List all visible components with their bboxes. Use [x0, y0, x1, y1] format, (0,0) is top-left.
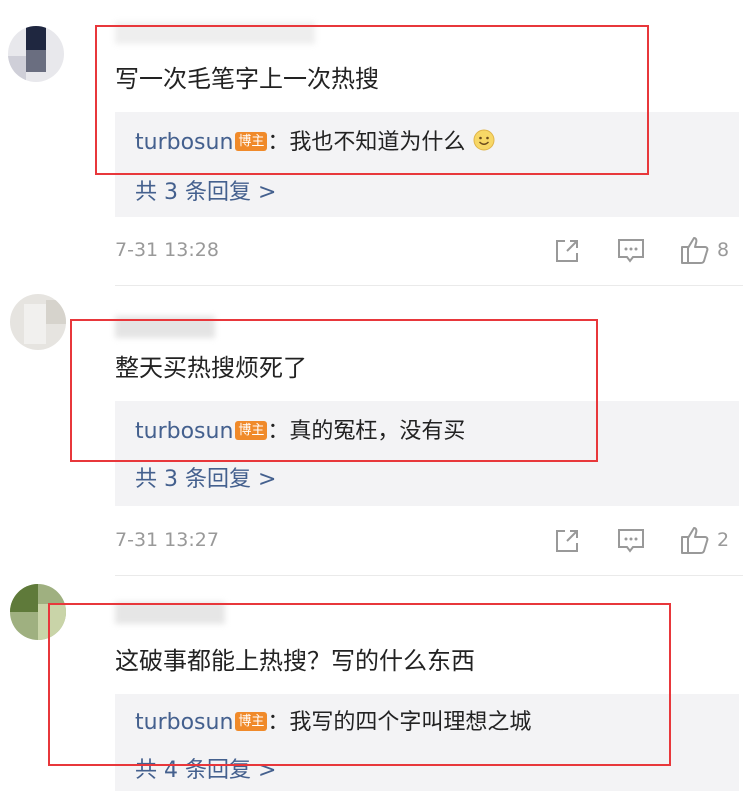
share-icon [556, 530, 578, 552]
comment-time: 7-31 13:27 [115, 529, 219, 551]
share-button[interactable] [553, 527, 581, 555]
comment-icon [618, 239, 644, 263]
like-button[interactable]: 2 [679, 525, 729, 555]
share-icon [556, 240, 578, 262]
comment-button[interactable] [616, 237, 646, 265]
avatar[interactable] [8, 26, 64, 82]
more-replies-link[interactable]: 共 3 条回复 > [135, 174, 276, 206]
share-button[interactable] [553, 237, 581, 265]
like-icon [681, 527, 709, 554]
comment-time: 7-31 13:28 [115, 239, 219, 261]
avatar[interactable] [10, 294, 66, 350]
highlight-box [48, 603, 671, 766]
highlight-box [95, 25, 649, 175]
comment-icon [618, 529, 644, 553]
like-button[interactable]: 8 [679, 235, 729, 265]
highlight-box [70, 319, 598, 462]
like-icon [681, 237, 709, 264]
like-count: 2 [717, 529, 730, 551]
more-replies-link[interactable]: 共 3 条回复 > [135, 461, 276, 493]
like-count: 8 [717, 239, 730, 261]
comment-button[interactable] [616, 527, 646, 555]
